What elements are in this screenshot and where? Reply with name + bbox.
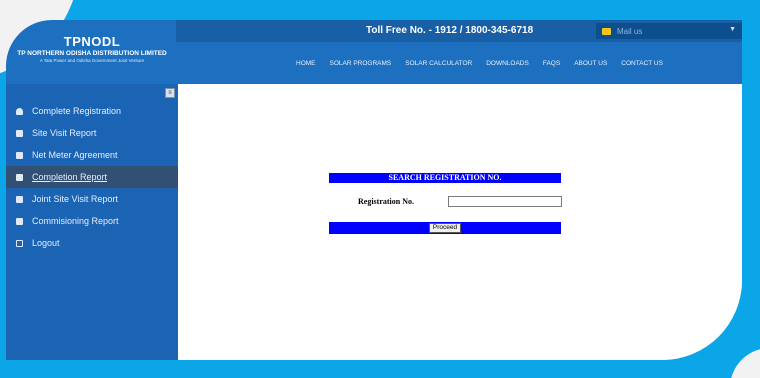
sidebar-item-net-meter-agreement[interactable]: Net Meter Agreement <box>6 144 178 166</box>
nav-solar-calculator[interactable]: SOLAR CALCULATOR <box>405 60 472 67</box>
sidebar-item-site-visit-report[interactable]: Site Visit Report <box>6 122 178 144</box>
logo-title: TPNODL <box>63 34 121 49</box>
sidebar-item-label: Logout <box>32 238 60 248</box>
logout-icon <box>16 239 23 247</box>
registration-no-input[interactable] <box>448 196 562 207</box>
proceed-button[interactable]: Proceed <box>429 223 461 233</box>
sidebar-item-complete-registration[interactable]: Complete Registration <box>6 100 178 122</box>
site-header: Toll Free No. - 1912 / 1800-345-6718 Mai… <box>6 20 742 84</box>
sidebar-item-commisioning-report[interactable]: Commisioning Report <box>6 210 178 232</box>
proceed-bar: Proceed <box>329 222 561 234</box>
mail-us-dropdown[interactable]: Mail us ▼ <box>596 23 742 39</box>
agreement-icon <box>16 151 23 159</box>
sidebar-item-label: Net Meter Agreement <box>32 150 118 160</box>
sidebar-item-logout[interactable]: Logout <box>6 232 178 254</box>
sidebar-menu: Complete Registration Site Visit Report … <box>6 100 178 254</box>
nav-solar-programs[interactable]: SOLAR PROGRAMS <box>330 60 392 67</box>
sidebar-item-label: Complete Registration <box>32 106 122 116</box>
user-icon <box>16 107 23 115</box>
app-screen: Toll Free No. - 1912 / 1800-345-6718 Mai… <box>6 20 742 360</box>
main-nav: HOME SOLAR PROGRAMS SOLAR CALCULATOR DOW… <box>296 60 663 67</box>
sidebar-item-completion-report[interactable]: Completion Report <box>6 166 178 188</box>
sidebar-item-label: Site Visit Report <box>32 128 97 138</box>
report-icon <box>16 173 23 181</box>
toll-free-number: Toll Free No. - 1912 / 1800-345-6718 <box>366 25 534 36</box>
nav-about-us[interactable]: ABOUT US <box>574 60 607 67</box>
document-icon <box>16 195 23 203</box>
main-content: SEARCH REGISTRATION NO. Registration No.… <box>178 84 742 360</box>
mail-icon <box>602 27 611 35</box>
sidebar-item-joint-site-visit-report[interactable]: Joint Site Visit Report <box>6 188 178 210</box>
sidebar-item-label: Joint Site Visit Report <box>32 194 118 204</box>
sidebar-toggle-icon[interactable]: ≡ <box>165 88 175 98</box>
device-frame: Toll Free No. - 1912 / 1800-345-6718 Mai… <box>0 0 760 378</box>
sidebar-item-label: Completion Report <box>32 172 108 182</box>
registration-no-label: Registration No. <box>358 197 414 206</box>
chevron-down-icon: ▼ <box>729 26 736 33</box>
mail-us-label: Mail us <box>617 26 643 36</box>
nav-downloads[interactable]: DOWNLOADS <box>486 60 529 67</box>
nav-contact-us[interactable]: CONTACT US <box>621 60 663 67</box>
logo-tagline: A Tata Power and Odisha Government Joint… <box>39 58 145 63</box>
logo-subtitle: TP NORTHERN ODISHA DISTRIBUTION LIMITED <box>17 50 167 57</box>
document-icon <box>16 217 23 225</box>
sidebar-item-label: Commisioning Report <box>32 216 119 226</box>
sidebar: ≡ Complete Registration Site Visit Repor… <box>6 84 178 360</box>
nav-home[interactable]: HOME <box>296 60 316 67</box>
tpnodl-logo[interactable]: TPNODL TP NORTHERN ODISHA DISTRIBUTION L… <box>6 34 178 63</box>
document-icon <box>16 129 23 137</box>
search-registration-title: SEARCH REGISTRATION NO. <box>329 173 561 183</box>
nav-faqs[interactable]: FAQS <box>543 60 560 67</box>
